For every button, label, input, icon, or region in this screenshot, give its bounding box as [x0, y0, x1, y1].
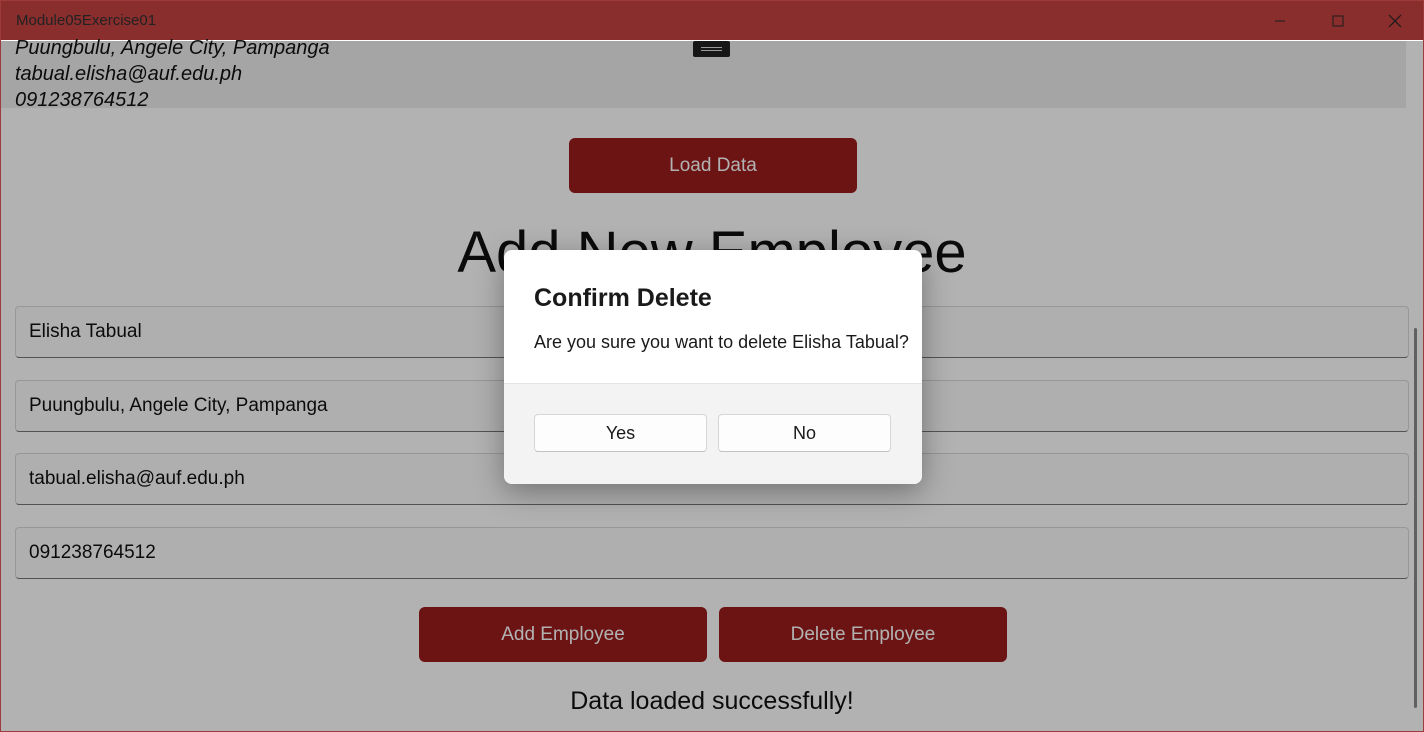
no-button[interactable]: No — [718, 414, 891, 452]
dialog-message: Are you sure you want to delete Elisha T… — [534, 332, 909, 352]
dialog-title: Confirm Delete — [534, 284, 712, 312]
dialog-footer: Yes No — [504, 383, 922, 484]
maximize-icon — [1332, 15, 1344, 26]
title-bar[interactable]: Module05Exercise01 — [1, 1, 1423, 40]
window-title: Module05Exercise01 — [16, 12, 157, 29]
yes-button[interactable]: Yes — [534, 414, 707, 452]
close-icon — [1388, 14, 1402, 27]
confirm-delete-dialog: Confirm Delete Are you sure you want to … — [504, 250, 922, 484]
close-button[interactable] — [1366, 1, 1423, 40]
minimize-icon — [1275, 20, 1285, 21]
maximize-button[interactable] — [1309, 1, 1367, 40]
app-window: Module05Exercise01 Puungbulu, Angele Cit… — [0, 0, 1424, 732]
minimize-button[interactable] — [1251, 1, 1309, 40]
